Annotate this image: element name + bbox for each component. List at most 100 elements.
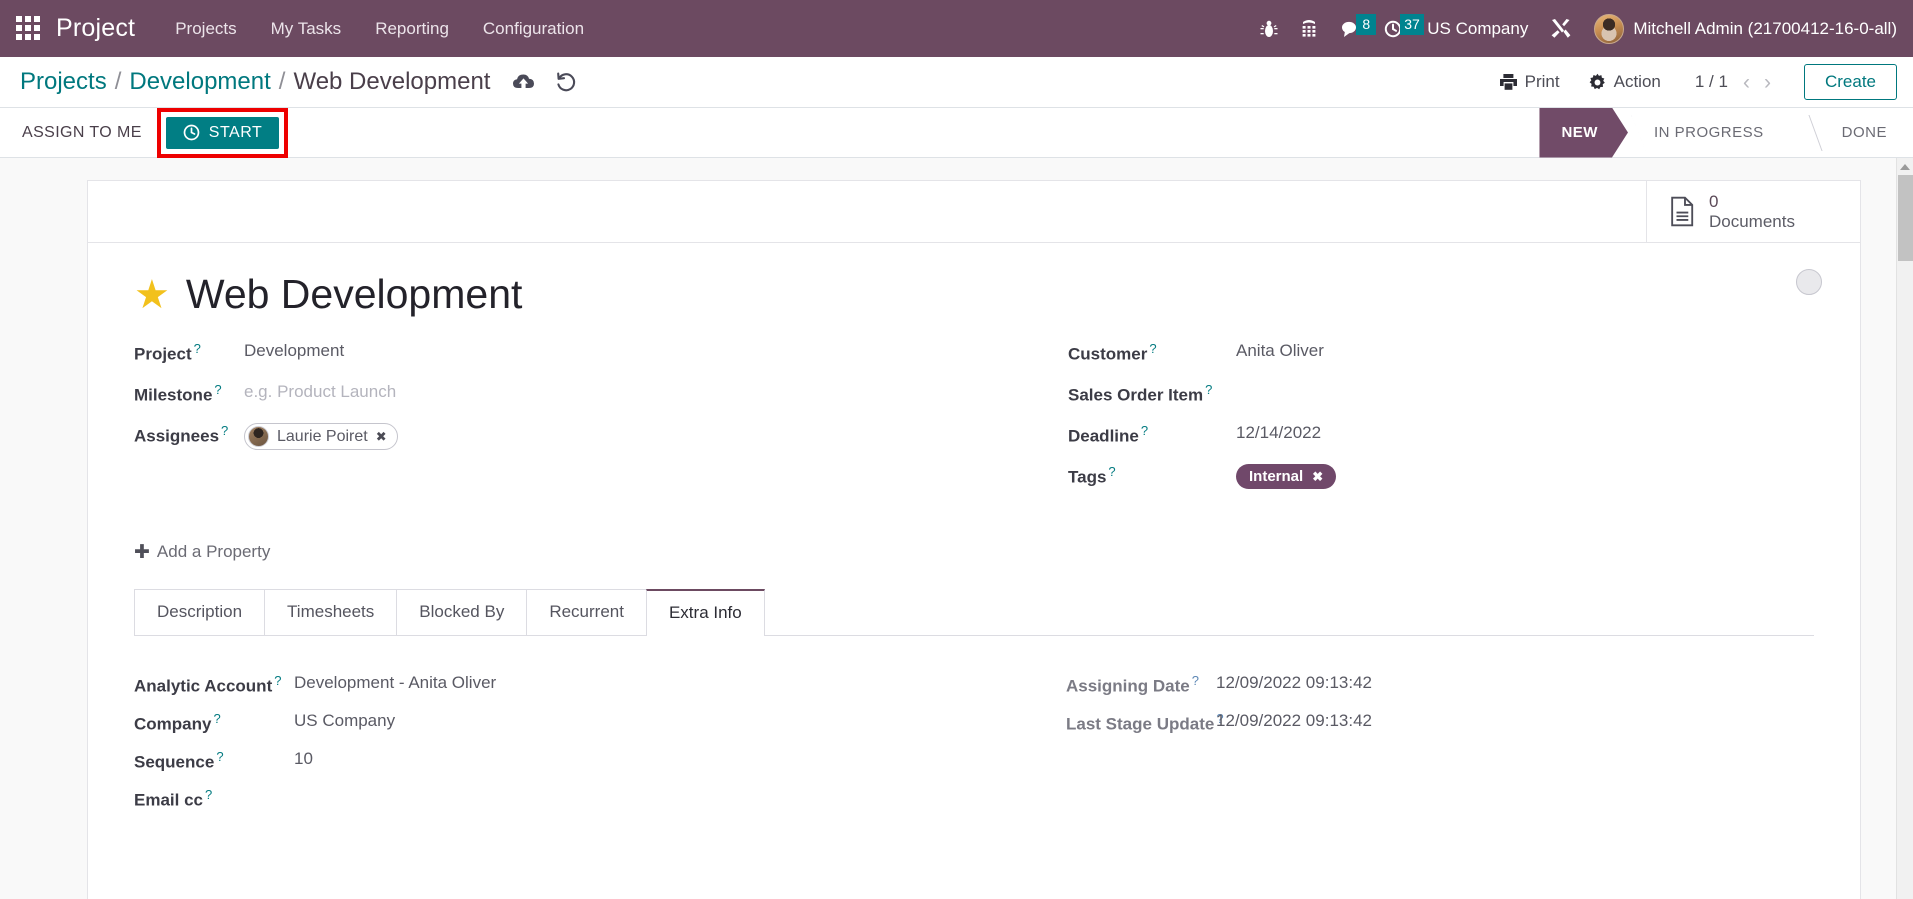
- field-value-milestone[interactable]: e.g. Product Launch: [244, 379, 396, 402]
- bug-icon[interactable]: [1260, 19, 1278, 39]
- field-milestone: Milestone? e.g. Product Launch: [134, 379, 974, 420]
- field-value-sequence[interactable]: 10: [294, 746, 313, 769]
- tooltip-icon[interactable]: ?: [1108, 464, 1115, 479]
- assign-to-me-button[interactable]: ASSIGN TO ME: [22, 124, 142, 142]
- field-value-project[interactable]: Development: [244, 338, 344, 361]
- field-label-milestone: Milestone?: [134, 379, 244, 406]
- undo-icon[interactable]: [555, 72, 577, 93]
- plus-icon: ✚: [134, 541, 150, 563]
- dialpad-icon[interactable]: [1300, 19, 1318, 39]
- field-label-text: Company: [134, 714, 212, 734]
- app-brand-project[interactable]: Project: [56, 14, 135, 43]
- scroll-up-arrow[interactable]: [1897, 158, 1913, 175]
- action-button[interactable]: Action: [1574, 72, 1675, 92]
- tooltip-icon[interactable]: ?: [214, 382, 221, 397]
- stage-done[interactable]: DONE: [1816, 108, 1913, 158]
- tools-icon[interactable]: [1550, 18, 1572, 39]
- field-label-email-cc: Email cc?: [134, 784, 294, 811]
- tooltip-icon[interactable]: ?: [205, 787, 212, 802]
- tooltip-icon[interactable]: ?: [274, 673, 281, 688]
- tab-blocked-by[interactable]: Blocked By: [396, 588, 528, 635]
- field-project: Project? Development: [134, 338, 974, 379]
- vertical-scrollbar[interactable]: [1896, 158, 1913, 899]
- field-value-tags[interactable]: Internal ✖: [1236, 461, 1337, 490]
- stage-statusbar: NEW IN PROGRESS DONE: [1539, 108, 1913, 158]
- tab-timesheets[interactable]: Timesheets: [264, 588, 398, 635]
- start-button[interactable]: START: [165, 116, 280, 149]
- status-bar-row: ASSIGN TO ME START NEW IN PROGRESS DONE: [0, 107, 1913, 158]
- print-button[interactable]: Print: [1485, 72, 1574, 92]
- user-name-label: Mitchell Admin (21700412-16-0-all): [1633, 18, 1897, 38]
- field-value-company[interactable]: US Company: [294, 708, 395, 731]
- tooltip-icon[interactable]: ?: [221, 423, 228, 438]
- action-label: Action: [1613, 72, 1661, 91]
- pager-navigation: ‹ ›: [1736, 72, 1778, 93]
- breadcrumb-item-projects[interactable]: Projects: [20, 68, 107, 96]
- user-menu[interactable]: Mitchell Admin (21700412-16-0-all): [1594, 13, 1897, 44]
- field-value-sales-order-item[interactable]: [1236, 379, 1436, 401]
- stage-new[interactable]: NEW: [1539, 108, 1628, 158]
- field-value-analytic-account[interactable]: Development - Anita Oliver: [294, 670, 496, 693]
- star-icon[interactable]: ★: [134, 275, 170, 315]
- messages-counter-badge: 8: [1356, 13, 1377, 35]
- menu-item-reporting[interactable]: Reporting: [375, 19, 449, 39]
- tab-recurrent[interactable]: Recurrent: [526, 588, 647, 635]
- breadcrumb-item-development[interactable]: Development: [129, 68, 270, 96]
- tooltip-icon[interactable]: ?: [1141, 423, 1148, 438]
- remove-assignee-icon[interactable]: ✖: [376, 429, 387, 445]
- menu-item-my-tasks[interactable]: My Tasks: [271, 19, 342, 39]
- field-assigning-date: Assigning Date? 12/09/2022 09:13:42: [1066, 670, 1814, 708]
- company-switcher[interactable]: US Company: [1427, 19, 1528, 39]
- messages-icon[interactable]: 8: [1340, 13, 1377, 39]
- tooltip-icon[interactable]: ?: [1192, 673, 1199, 688]
- tooltip-icon[interactable]: ?: [1149, 341, 1156, 356]
- activities-clock-icon[interactable]: 37: [1384, 13, 1424, 39]
- field-label-text: Customer: [1068, 344, 1148, 364]
- tab-description[interactable]: Description: [134, 588, 266, 635]
- scrollbar-thumb[interactable]: [1898, 175, 1913, 261]
- field-label-assignees: Assignees?: [134, 420, 244, 447]
- tooltip-icon[interactable]: ?: [213, 711, 220, 726]
- tooltip-icon[interactable]: ?: [1205, 382, 1212, 397]
- field-value-email-cc[interactable]: [294, 784, 494, 806]
- apps-grid-icon[interactable]: [16, 15, 42, 42]
- field-label-company: Company?: [134, 708, 294, 735]
- control-panel-right: Print Action 1 / 1 ‹ › Create: [1485, 64, 1897, 100]
- remove-tag-icon[interactable]: ✖: [1312, 469, 1323, 485]
- printer-icon: [1499, 74, 1517, 90]
- pager-counter: 1 / 1: [1694, 72, 1728, 91]
- field-label-sales-order-item: Sales Order Item?: [1068, 379, 1236, 406]
- cloud-upload-icon[interactable]: [512, 72, 535, 92]
- breadcrumb: Projects / Development / Web Development: [20, 68, 490, 96]
- field-value-last-stage-update: 12/09/2022 09:13:42: [1216, 710, 1372, 730]
- menu-item-projects[interactable]: Projects: [175, 19, 236, 39]
- record-save-discard-group: [512, 72, 577, 93]
- assignee-avatar-icon: [248, 426, 269, 448]
- navbar-right-group: 8 37 US Company Mitchell Admin (21700412…: [1260, 13, 1897, 44]
- breadcrumb-separator: /: [114, 68, 122, 95]
- kanban-state-circle[interactable]: [1796, 269, 1822, 295]
- tab-extra-info[interactable]: Extra Info: [645, 588, 765, 636]
- tooltip-icon[interactable]: ?: [216, 749, 223, 764]
- tag-internal[interactable]: Internal ✖: [1236, 464, 1337, 490]
- create-button[interactable]: Create: [1803, 64, 1897, 100]
- menu-item-configuration[interactable]: Configuration: [483, 19, 584, 39]
- breadcrumb-separator: /: [278, 68, 286, 95]
- tooltip-icon[interactable]: ?: [194, 341, 201, 356]
- assignee-tag[interactable]: Laurie Poiret ✖: [244, 423, 398, 451]
- field-tags: Tags? Internal ✖: [1068, 461, 1814, 502]
- field-label-text: Project: [134, 344, 192, 364]
- add-property-button[interactable]: ✚ Add a Property: [134, 542, 270, 562]
- clock-icon: [183, 124, 200, 141]
- notebook: Description Timesheets Blocked By Recurr…: [134, 588, 1814, 822]
- smart-button-documents[interactable]: 0 Documents: [1646, 181, 1860, 242]
- chevron-right-icon[interactable]: ›: [1757, 72, 1778, 93]
- gear-icon: [1589, 73, 1605, 89]
- stage-in-progress[interactable]: IN PROGRESS: [1628, 108, 1790, 158]
- control-panel: Projects / Development / Web Development…: [0, 57, 1913, 108]
- field-value-customer[interactable]: Anita Oliver: [1236, 338, 1324, 361]
- field-value-deadline[interactable]: 12/14/2022: [1236, 420, 1321, 443]
- field-value-assignees[interactable]: Laurie Poiret ✖: [244, 420, 398, 452]
- chevron-left-icon[interactable]: ‹: [1736, 72, 1757, 93]
- sheet-body: ★ Web Development Project? Development M…: [88, 243, 1860, 862]
